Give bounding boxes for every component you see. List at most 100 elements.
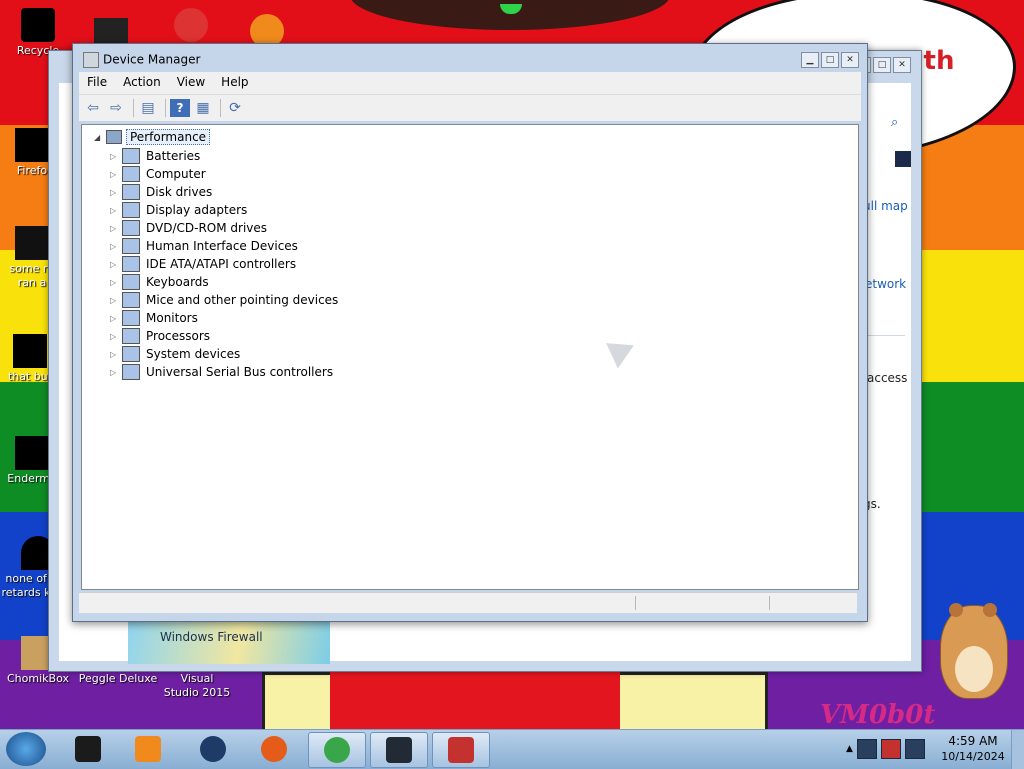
tray-expand-icon[interactable]: ▲	[846, 744, 853, 754]
device-manager-window[interactable]: Device Manager ▁ □ ✕ File Action View He…	[72, 43, 868, 622]
display-adapter-icon	[122, 202, 140, 218]
battery-icon	[122, 148, 140, 164]
tree-node[interactable]: ▷ IDE ATA/ATAPI controllers	[110, 255, 296, 273]
windows-firewall-banner[interactable]: Windows Firewall	[128, 620, 330, 664]
device-tree[interactable]: ◢ Performance ▷ Batteries ▷ Computer ▷ Disk d…	[81, 124, 859, 590]
menu-view[interactable]: View	[169, 72, 213, 94]
tree-node-label: Display adapters	[146, 203, 248, 217]
task-terminal[interactable]	[60, 732, 116, 766]
tree-root[interactable]: ◢ Performance	[94, 129, 211, 145]
tree-node[interactable]: ▷ System devices	[110, 345, 240, 363]
back-icon[interactable]: ⇦	[83, 99, 103, 117]
globe-icon	[200, 736, 226, 762]
menu-action[interactable]: Action	[115, 72, 169, 94]
clock-time: 4:59 AM	[948, 734, 998, 748]
search-icon[interactable]: ⌕	[891, 115, 898, 130]
windows-firewall-label: Windows Firewall	[160, 630, 263, 644]
close-icon[interactable]: ✕	[893, 57, 911, 73]
file-icon	[13, 334, 47, 368]
collapse-icon[interactable]: ◢	[94, 133, 106, 142]
menu-help[interactable]: Help	[213, 72, 256, 94]
tree-node[interactable]: ▷ Processors	[110, 327, 210, 345]
toolbar-separator	[220, 99, 221, 117]
task-firefox[interactable]	[246, 732, 302, 766]
expand-icon[interactable]: ▷	[110, 350, 122, 359]
tree-node[interactable]: ▷ Human Interface Devices	[110, 237, 298, 255]
monitor-icon	[386, 737, 412, 763]
status-bar	[79, 592, 857, 613]
expand-icon[interactable]: ▷	[110, 332, 122, 341]
tree-node-label: IDE ATA/ATAPI controllers	[146, 257, 297, 271]
forward-icon[interactable]: ⇨	[106, 99, 126, 117]
tree-node[interactable]: ▷ Mice and other pointing devices	[110, 291, 338, 309]
network-icon[interactable]	[880, 739, 901, 759]
help-icon[interactable]: ?	[170, 99, 190, 117]
expand-icon[interactable]: ▷	[110, 260, 122, 269]
tree-node[interactable]: ▷ Disk drives	[110, 183, 212, 201]
tree-node[interactable]: ▷ Universal Serial Bus controllers	[110, 363, 333, 381]
tree-node-label: DVD/CD-ROM drives	[146, 221, 268, 235]
tree-node-label: Monitors	[146, 311, 198, 325]
expand-icon[interactable]: ▷	[110, 206, 122, 215]
properties-icon[interactable]: ▦	[193, 99, 213, 117]
expand-icon[interactable]: ▷	[110, 368, 122, 377]
clock-date: 10/14/2024	[941, 750, 1005, 763]
show-hide-console-tree-icon[interactable]: ▤	[138, 99, 158, 117]
volume-icon[interactable]	[904, 739, 925, 759]
network-link[interactable]: etwork	[865, 277, 906, 291]
mouse-icon	[122, 292, 140, 308]
ide-controller-icon	[122, 256, 140, 272]
toolbar: ⇦ ⇨ ▤ ? ▦ ⟳	[79, 94, 861, 121]
toolbar-separator	[165, 99, 166, 117]
show-desktop-button[interactable]	[1011, 730, 1024, 769]
expand-icon[interactable]: ▷	[110, 314, 122, 323]
tree-node[interactable]: ▷ DVD/CD-ROM drives	[110, 219, 267, 237]
tree-node-label: Human Interface Devices	[146, 239, 298, 253]
maximize-button[interactable]: □	[821, 52, 839, 68]
scan-hardware-icon[interactable]: ⟳	[225, 99, 245, 117]
expand-icon[interactable]: ▷	[110, 242, 122, 251]
clock[interactable]: 4:59 AM 10/14/2024	[938, 734, 1008, 764]
menu-file[interactable]: File	[79, 72, 115, 94]
expand-icon[interactable]: ▷	[110, 278, 122, 287]
toolbox-icon	[448, 737, 474, 763]
window-title: Device Manager	[83, 52, 200, 68]
minimize-button[interactable]: ▁	[801, 52, 819, 68]
task-monitor[interactable]	[370, 732, 428, 768]
task-globe[interactable]	[185, 732, 241, 766]
toolbar-separator	[133, 99, 134, 117]
view-full-map-link[interactable]: ull map	[863, 199, 908, 213]
usb-icon	[122, 364, 140, 380]
tree-node[interactable]: ▷ Batteries	[110, 147, 200, 165]
system-devices-icon	[122, 346, 140, 362]
terminal-icon	[75, 736, 101, 762]
expand-icon[interactable]: ▷	[110, 296, 122, 305]
firefox-icon	[15, 128, 49, 162]
action-center-icon[interactable]	[856, 739, 877, 759]
tree-node-label: Universal Serial Bus controllers	[146, 365, 334, 379]
maximize-icon[interactable]: □	[873, 57, 891, 73]
tree-node[interactable]: ▷ Keyboards	[110, 273, 209, 291]
tree-node[interactable]: ▷ Monitors	[110, 309, 198, 327]
task-toolbox[interactable]	[432, 732, 490, 768]
expand-icon[interactable]: ▷	[110, 170, 122, 179]
dvd-drive-icon	[122, 220, 140, 236]
close-button[interactable]: ✕	[841, 52, 859, 68]
tree-node-label: Keyboards	[146, 275, 209, 289]
expand-icon[interactable]: ▷	[110, 152, 122, 161]
task-media-player[interactable]	[120, 732, 176, 766]
processor-icon	[122, 328, 140, 344]
file-icon	[15, 226, 49, 260]
tree-root-label: Performance	[126, 129, 211, 145]
expand-icon[interactable]: ▷	[110, 188, 122, 197]
tree-node[interactable]: ▷ Display adapters	[110, 201, 247, 219]
tree-node[interactable]: ▷ Computer	[110, 165, 206, 183]
desktop-app-icon[interactable]	[174, 8, 208, 42]
start-button[interactable]	[6, 732, 46, 766]
task-windows-explorer[interactable]	[308, 732, 366, 768]
expand-icon[interactable]: ▷	[110, 224, 122, 233]
vm-logo: VM0b0t	[820, 700, 936, 730]
tree-node-label: Processors	[146, 329, 211, 343]
wallpaper-face	[350, 0, 670, 30]
help-window-icon[interactable]	[895, 151, 911, 167]
